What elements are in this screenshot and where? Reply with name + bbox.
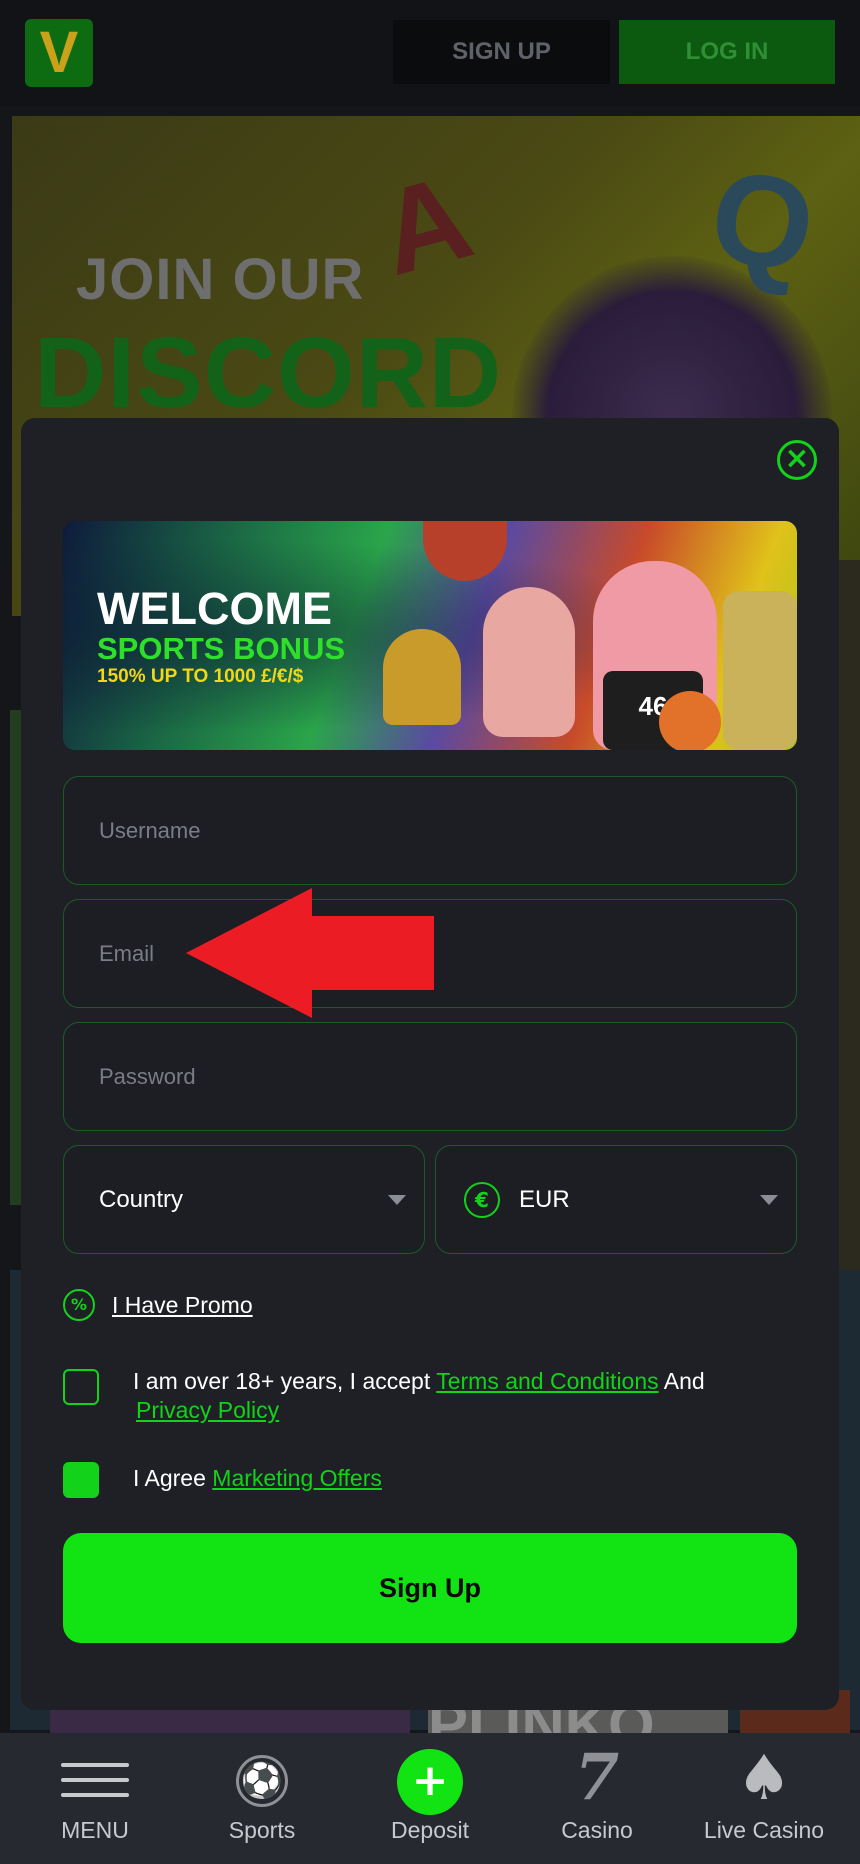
promo-offer-text: 150% UP TO 1000 £/€/$	[97, 666, 304, 687]
password-input[interactable]	[64, 1023, 796, 1130]
plus-icon: +	[397, 1749, 463, 1815]
username-field-container	[63, 776, 797, 885]
promo-code-link[interactable]: I Have Promo	[112, 1292, 253, 1319]
nav-menu[interactable]: MENU	[9, 1733, 181, 1864]
basketball-graphic	[659, 691, 721, 750]
marketing-text: I Agree Marketing Offers	[133, 1464, 382, 1493]
terms-prefix: I am over 18+ years, I accept	[133, 1368, 437, 1394]
currency-select-value: EUR	[519, 1186, 570, 1213]
close-button[interactable]: ×	[777, 440, 817, 480]
username-input[interactable]	[64, 777, 796, 884]
red-arrow-annotation	[186, 888, 434, 1018]
nav-sports-label: Sports	[228, 1817, 296, 1843]
signup-modal: × 46 WELCOME SPORTS BONUS 150% UP TO 100…	[21, 418, 839, 1710]
nav-live-casino-label: Live Casino	[703, 1817, 825, 1843]
chevron-down-icon	[388, 1195, 406, 1205]
promo-sports-bonus-text: SPORTS BONUS	[97, 631, 346, 666]
banner-line-2: DISCORD	[34, 317, 503, 429]
country-select[interactable]: Country	[63, 1145, 425, 1254]
percent-badge-icon: %	[63, 1289, 95, 1321]
site-logo[interactable]: V	[25, 19, 93, 87]
password-field-container	[63, 1022, 797, 1131]
seven-icon: 7	[574, 1740, 620, 1815]
header-login-button[interactable]: LOG IN	[619, 20, 835, 84]
euro-icon: €	[464, 1182, 500, 1218]
spade-icon: ♠	[736, 1741, 792, 1814]
bottom-navigation: MENU ⚽ Sports + Deposit 7 Casino ♠ Live …	[0, 1733, 860, 1864]
top-header: V SIGN UP LOG IN	[0, 0, 860, 106]
nav-casino[interactable]: 7 Casino	[511, 1733, 683, 1864]
promo-code-toggle[interactable]: % I Have Promo	[63, 1285, 253, 1325]
close-icon: ×	[784, 440, 810, 476]
chevron-down-icon	[760, 1195, 778, 1205]
promo-welcome-text: WELCOME	[97, 583, 332, 634]
nav-deposit[interactable]: + Deposit	[344, 1733, 516, 1864]
hamburger-icon	[61, 1763, 129, 1797]
pig-character-graphic	[483, 587, 575, 737]
arrow-shape	[186, 888, 434, 1018]
nav-casino-label: Casino	[561, 1817, 633, 1843]
page: V SIGN UP LOG IN A Q JOIN OUR DISCORD PL…	[0, 0, 860, 1864]
totem-character-graphic	[723, 591, 797, 750]
banner-line-1: JOIN OUR	[76, 247, 365, 312]
header-signup-button[interactable]: SIGN UP	[393, 20, 610, 84]
nav-menu-label: MENU	[61, 1817, 129, 1843]
terms-text: I am over 18+ years, I accept Terms and …	[133, 1367, 773, 1425]
marketing-prefix: I Agree	[133, 1465, 213, 1491]
country-select-value: Country	[99, 1186, 184, 1213]
currency-select[interactable]: € EUR	[435, 1145, 797, 1254]
letter-a-graphic: A	[366, 149, 485, 301]
signup-submit-button[interactable]: Sign Up	[63, 1533, 797, 1643]
terms-and: And	[658, 1368, 705, 1394]
nav-sports[interactable]: ⚽ Sports	[176, 1733, 348, 1864]
letter-q-graphic: Q	[700, 140, 826, 302]
welcome-bonus-banner: 46 WELCOME SPORTS BONUS 150% UP TO 1000 …	[63, 521, 797, 750]
soccer-ball-icon: ⚽	[236, 1755, 288, 1807]
marketing-offers-link[interactable]: Marketing Offers	[212, 1465, 382, 1491]
trophy-graphic	[383, 629, 461, 725]
nav-live-casino[interactable]: ♠ Live Casino	[678, 1733, 850, 1864]
marketing-checkbox[interactable]	[63, 1462, 99, 1498]
terms-link[interactable]: Terms and Conditions	[436, 1368, 658, 1394]
privacy-policy-link[interactable]: Privacy Policy	[136, 1397, 279, 1423]
nav-deposit-label: Deposit	[391, 1817, 469, 1843]
logo-letter: V	[39, 20, 79, 85]
terms-checkbox[interactable]	[63, 1369, 99, 1405]
